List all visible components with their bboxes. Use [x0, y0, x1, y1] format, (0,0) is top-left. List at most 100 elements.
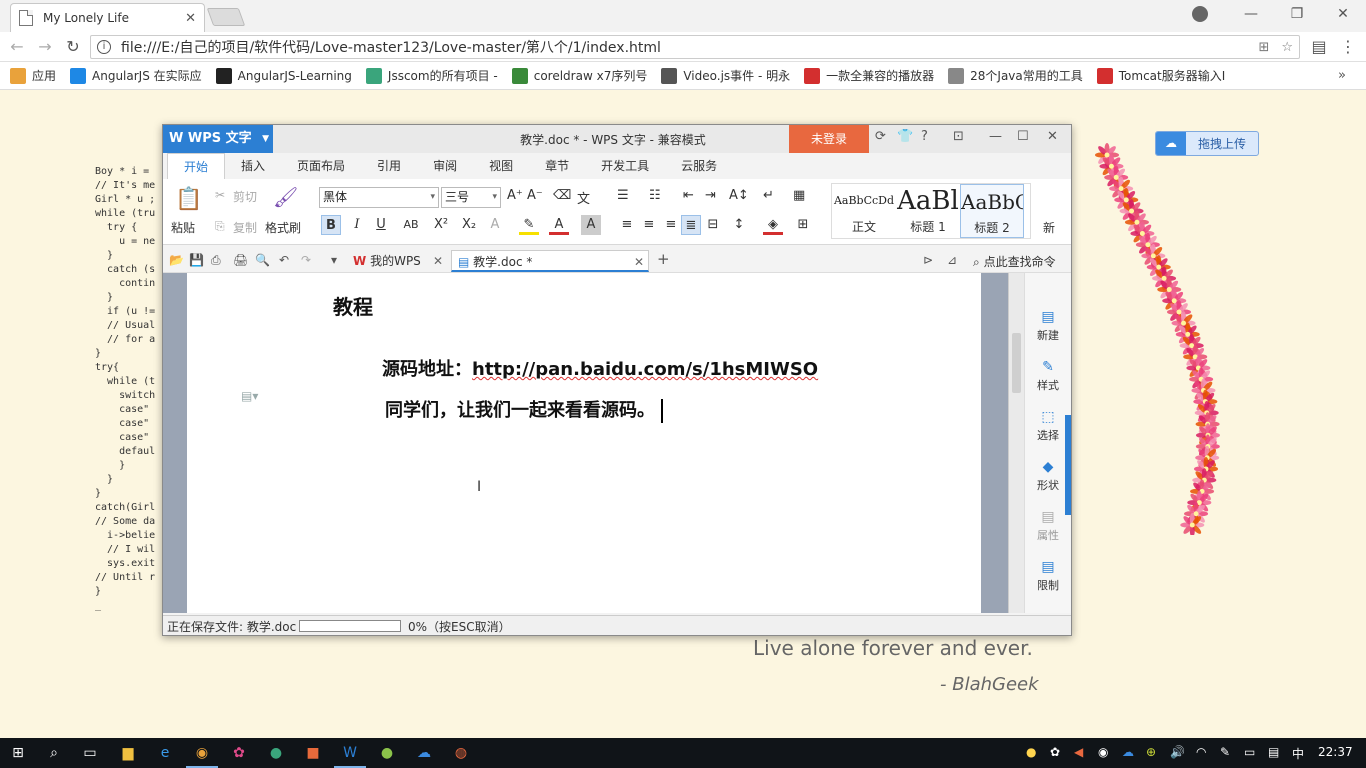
ime-indicator[interactable]: 中: [1292, 745, 1304, 762]
task-pane-button[interactable]: ▤ 限制: [1025, 559, 1071, 593]
save-as-icon[interactable]: ⎙: [211, 253, 221, 268]
browser-menu-icon[interactable]: ⋮: [1340, 37, 1356, 56]
address-bar[interactable]: i file:///E:/自己的项目/软件代码/Love-master123/L…: [90, 35, 1300, 59]
search-icon[interactable]: ⌕: [44, 743, 64, 763]
style-preset[interactable]: AaBbC 标题 2: [960, 184, 1024, 238]
undo-icon[interactable]: ↶: [279, 253, 289, 267]
app-lime-icon[interactable]: ●: [377, 743, 397, 763]
doc-source-line[interactable]: 源码地址：http://pan.baidu.com/s/1hsMIWSO: [382, 355, 818, 381]
scroll-thumb[interactable]: [1012, 333, 1021, 393]
justify-icon[interactable]: ≣: [681, 215, 701, 235]
ie-icon[interactable]: e: [155, 743, 175, 763]
share-icon[interactable]: ⊿: [947, 253, 957, 267]
paste-icon[interactable]: 📋: [175, 187, 202, 212]
new-doc-tab-icon[interactable]: +: [657, 250, 670, 268]
ribbon-tab[interactable]: 视图: [473, 153, 529, 179]
grow-font-icon[interactable]: A⁺: [507, 188, 523, 203]
bold-icon[interactable]: B: [321, 215, 341, 235]
tab-close-icon[interactable]: ✕: [185, 11, 196, 26]
char-spacing-icon[interactable]: A↕: [729, 188, 749, 203]
align-left-icon[interactable]: ≡: [617, 215, 637, 235]
style-preset[interactable]: AaBl 标题 1: [896, 184, 960, 238]
strikethrough-icon[interactable]: AB: [401, 215, 421, 235]
doc-source-url[interactable]: http://pan.baidu.com/s/1hsMIWSO: [472, 359, 818, 380]
print-preview-icon[interactable]: 🔍: [255, 253, 270, 267]
firefox-icon[interactable]: ◍: [451, 743, 471, 763]
app-green-icon[interactable]: ●: [266, 743, 286, 763]
decrease-indent-icon[interactable]: ⇤: [683, 188, 694, 203]
tab-close-icon[interactable]: ✕: [634, 251, 644, 273]
doc-tab-mywps[interactable]: W 我的WPS ✕: [347, 250, 447, 272]
login-button[interactable]: 未登录: [789, 125, 869, 153]
extension-icon[interactable]: ▤: [1308, 36, 1330, 58]
task-pane-button[interactable]: ▤ 新建: [1025, 309, 1071, 343]
format-painter-button[interactable]: 格式刷: [265, 219, 301, 236]
url-text[interactable]: file:///E:/自己的项目/软件代码/Love-master123/Lov…: [121, 37, 1252, 57]
doc-body-line[interactable]: 同学们，让我们一起来看看源码。: [385, 396, 663, 423]
export-pdf-icon[interactable]: ⊳: [923, 253, 933, 267]
minimize-icon[interactable]: —: [1228, 0, 1274, 28]
ribbon-tab[interactable]: 插入: [225, 153, 281, 179]
ribbon-tab[interactable]: 开发工具: [585, 153, 665, 179]
tray-cloud-icon[interactable]: ☁: [1122, 745, 1134, 759]
start-icon[interactable]: ⊞: [8, 743, 28, 763]
task-pane-button[interactable]: ✎ 样式: [1025, 359, 1071, 393]
wps-minimize-icon[interactable]: —: [989, 129, 1002, 144]
align-center-icon[interactable]: ≡: [639, 215, 659, 235]
align-right-icon[interactable]: ≡: [661, 215, 681, 235]
task-pane-expand[interactable]: [1065, 415, 1071, 515]
bookmark-item[interactable]: AngularJS 在实际应: [70, 67, 202, 84]
bullet-list-icon[interactable]: ☰: [617, 188, 629, 203]
file-explorer-icon[interactable]: ▆: [118, 743, 138, 763]
ribbon-tab[interactable]: 页面布局: [281, 153, 361, 179]
volume-icon[interactable]: 🔊: [1170, 745, 1185, 759]
forward-icon[interactable]: →: [34, 36, 56, 58]
paste-button[interactable]: 粘贴: [171, 219, 195, 236]
ribbon-tab[interactable]: 云服务: [665, 153, 733, 179]
shrink-font-icon[interactable]: A⁻: [527, 188, 543, 203]
help-icon[interactable]: ?: [921, 129, 928, 144]
back-icon[interactable]: ←: [6, 36, 28, 58]
text-effect-icon[interactable]: A: [485, 215, 505, 235]
underline-icon[interactable]: U: [371, 215, 391, 235]
skin-icon[interactable]: 👕: [897, 129, 913, 144]
table-icon[interactable]: ▦: [793, 188, 805, 203]
italic-icon[interactable]: I: [347, 215, 367, 235]
ribbon-tab[interactable]: 引用: [361, 153, 417, 179]
bookmarks-overflow-icon[interactable]: »: [1338, 68, 1346, 83]
tray-app-icon[interactable]: ●: [1026, 745, 1036, 759]
feedback-icon[interactable]: ⟳: [875, 129, 886, 144]
bookmark-item[interactable]: 应用: [10, 67, 56, 84]
cut-button[interactable]: 剪切: [233, 188, 257, 205]
baidu-netdisk-icon[interactable]: ☁: [414, 743, 434, 763]
chrome-icon[interactable]: ◉: [186, 743, 218, 768]
distributed-icon[interactable]: ⊟: [703, 215, 723, 235]
reload-icon[interactable]: ↻: [62, 36, 84, 58]
wps-taskbar-icon[interactable]: W: [334, 743, 366, 768]
command-search[interactable]: ⌕ 点此查找命令: [973, 253, 1056, 270]
font-color-icon[interactable]: A: [549, 215, 569, 235]
vertical-scrollbar[interactable]: [1008, 273, 1024, 613]
bookmark-item[interactable]: Video.js事件 - 明永: [661, 67, 790, 84]
profile-avatar-icon[interactable]: [1192, 6, 1208, 22]
wps-app-menu[interactable]: W WPS 文字 ▼: [163, 125, 273, 153]
bookmark-item[interactable]: Jsscom的所有项目 -: [365, 67, 498, 84]
restore-icon[interactable]: ❐: [1274, 0, 1320, 28]
clear-format-icon[interactable]: ⌫: [553, 188, 571, 203]
bookmark-item[interactable]: 28个Java常用的工具: [948, 67, 1083, 84]
tray-speaker-app-icon[interactable]: ◀: [1074, 745, 1083, 759]
open-icon[interactable]: 📂: [169, 253, 184, 267]
doc-heading[interactable]: 教程: [333, 291, 373, 320]
increase-indent-icon[interactable]: ⇥: [705, 188, 716, 203]
wifi-icon[interactable]: ◠: [1196, 745, 1206, 759]
ribbon-tab[interactable]: 开始: [167, 153, 226, 179]
bookmark-item[interactable]: 一款全兼容的播放器: [804, 67, 934, 84]
bookmark-item[interactable]: Tomcat服务器输入I: [1096, 67, 1225, 84]
font-name-select[interactable]: 黑体: [319, 187, 439, 208]
qat-customize-icon[interactable]: ▾: [331, 253, 337, 267]
style-preset[interactable]: AaBbCcDd 正文: [832, 184, 896, 238]
battery-icon[interactable]: ▭: [1244, 745, 1255, 759]
wps-close-icon[interactable]: ✕: [1047, 129, 1058, 144]
restore-ribbon-icon[interactable]: ⊡: [953, 129, 964, 144]
info-icon[interactable]: i: [97, 40, 111, 54]
